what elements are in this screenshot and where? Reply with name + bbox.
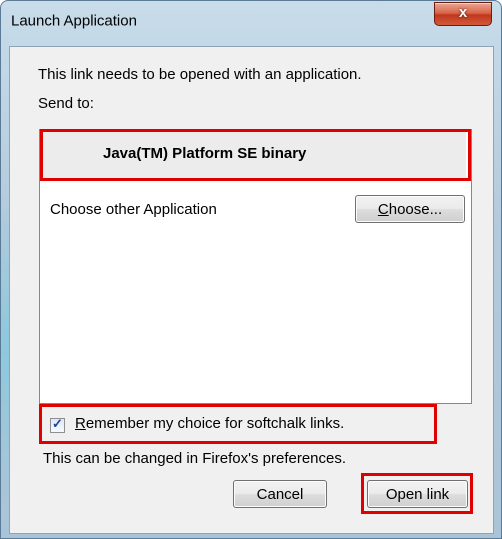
preferences-note: This can be changed in Firefox's prefere…: [43, 450, 347, 467]
choose-button-mnemonic: C: [377, 200, 389, 218]
send-to-label: Send to:: [38, 95, 94, 112]
open-link-button[interactable]: Open link: [367, 480, 468, 508]
window-glass-edge: [1, 201, 9, 501]
close-icon: x: [458, 4, 468, 21]
remember-choice-checkbox[interactable]: ✓: [50, 416, 65, 433]
checkmark-icon: ✓: [52, 416, 63, 431]
remember-mnemonic: R: [75, 415, 86, 432]
cancel-button[interactable]: Cancel: [233, 480, 327, 508]
close-button[interactable]: x: [434, 2, 492, 26]
list-divider: [40, 180, 470, 181]
remember-choice-label[interactable]: Remember my choice for softchalk links.: [75, 415, 344, 432]
prompt-text: This link needs to be opened with an app…: [38, 66, 362, 83]
choose-button[interactable]: Choose...: [355, 195, 465, 223]
remember-choice-text: emember my choice for softchalk links.: [85, 415, 345, 432]
app-list-item-java-label: Java(TM) Platform SE binary: [103, 145, 307, 162]
window-title: Launch Application: [11, 12, 137, 30]
title-bar[interactable]: Launch Application x: [1, 1, 501, 37]
choose-other-application-label: Choose other Application: [50, 201, 217, 218]
choose-button-label: hoose...: [388, 200, 443, 218]
